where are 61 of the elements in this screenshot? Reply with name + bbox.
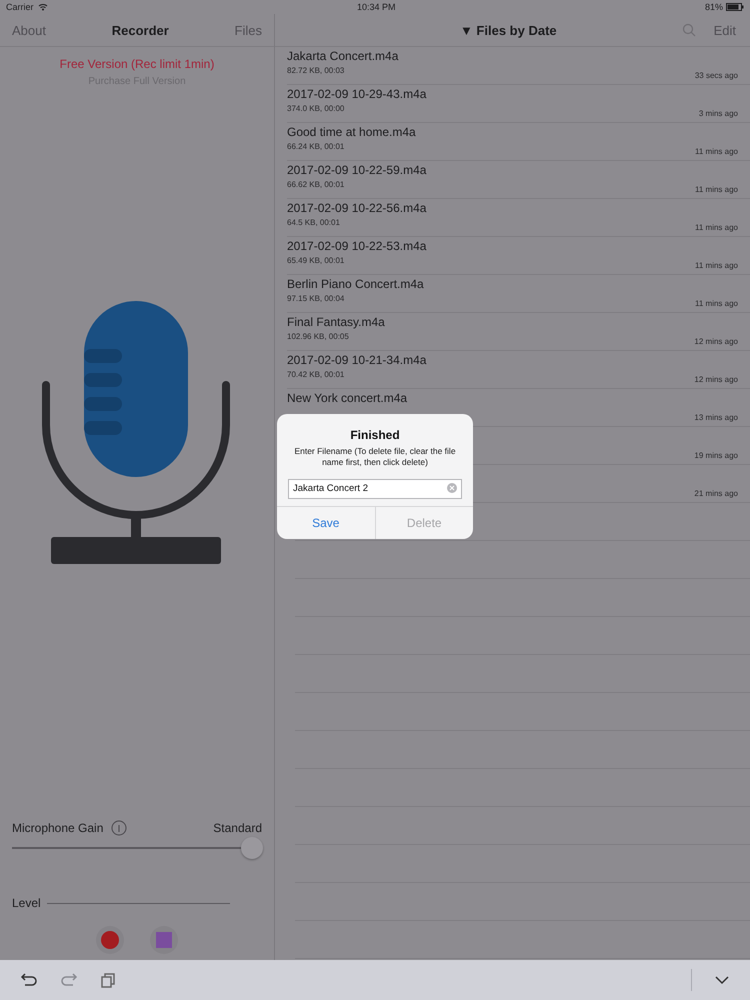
file-name: Final Fantasy.m4a [287, 315, 386, 329]
file-row[interactable]: Jakarta Concert.m4a 82.72 KB, 00:03 33 secs ago [287, 47, 750, 85]
file-time: 12 mins ago [694, 375, 738, 384]
info-icon[interactable] [111, 820, 128, 836]
chevron-down-icon[interactable] [714, 975, 730, 985]
search-icon[interactable] [682, 23, 696, 37]
gain-value: Standard [213, 821, 262, 835]
file-name: 2017-02-09 10-22-59.m4a [287, 163, 428, 177]
file-time: 11 mins ago [695, 261, 738, 270]
file-row[interactable]: 2017-02-09 10-22-59.m4a 66.62 KB, 00:01 11 mins ago [287, 161, 750, 199]
level-label: Level [12, 896, 41, 910]
file-name: 2017-02-09 10-29-43.m4a [287, 87, 428, 101]
file-time: 19 mins ago [694, 451, 738, 460]
file-time: 21 mins ago [694, 489, 738, 498]
file-details: 66.62 KB, 00:01 [287, 180, 346, 189]
file-row[interactable]: 2017-02-09 10-22-53.m4a 65.49 KB, 00:01 11 mins ago [287, 237, 750, 275]
file-row[interactable]: 2017-02-09 10-29-43.m4a 374.0 KB, 00:00 3 mins ago [287, 85, 750, 123]
file-details: 82.72 KB, 00:03 [287, 66, 346, 75]
clock: 10:34 PM [356, 2, 396, 12]
file-time: 11 mins ago [695, 299, 738, 308]
file-name: 2017-02-09 10-22-56.m4a [287, 201, 428, 215]
file-time: 11 mins ago [695, 185, 738, 194]
file-time: 11 mins ago [695, 223, 738, 232]
file-time: 12 mins ago [694, 337, 738, 346]
wifi-icon [38, 3, 48, 11]
file-name: Good time at home.m4a [287, 125, 417, 139]
stop-button[interactable] [150, 926, 178, 954]
redo-icon[interactable] [60, 972, 78, 988]
file-details: 65.49 KB, 00:01 [287, 256, 346, 265]
file-row[interactable]: Good time at home.m4a 66.24 KB, 00:01 11 mins ago [287, 123, 750, 161]
file-time: 13 mins ago [694, 413, 738, 422]
slider-thumb[interactable] [241, 837, 263, 859]
file-row[interactable]: 2017-02-09 10-21-34.m4a 70.42 KB, 00:01 12 mins ago [287, 351, 750, 389]
file-name: New York concert.m4a [287, 391, 408, 405]
microphone-gain-label: Microphone Gain [12, 821, 104, 835]
file-name: 2017-02-09 10-22-53.m4a [287, 239, 428, 253]
file-row[interactable]: 2017-02-09 10-22-56.m4a 64.5 KB, 00:01 11 mins ago [287, 199, 750, 237]
free-version-label: Free Version (Rec limit 1min) [60, 57, 214, 71]
file-time: 33 secs ago [694, 71, 738, 80]
dialog-button[interactable]: Save [277, 507, 374, 540]
file-name: Berlin Piano Concert.m4a [287, 277, 425, 291]
file-details: 97.15 KB, 00:04 [287, 294, 346, 303]
file-time: 11 mins ago [695, 147, 738, 156]
nav-title: Recorder [112, 22, 169, 38]
file-details: 64.5 KB, 00:01 [287, 218, 341, 227]
file-name: Jakarta Concert.m4a [287, 49, 400, 63]
carrier-label: Carrier [6, 2, 34, 12]
copy-icon[interactable] [100, 972, 116, 988]
record-button[interactable] [96, 926, 124, 954]
filename-field[interactable]: Jakarta Concert 2 [288, 478, 462, 499]
dialog-title: Finished [350, 428, 400, 442]
file-time: 3 mins ago [698, 109, 738, 118]
file-details: 66.24 KB, 00:01 [287, 142, 346, 151]
clear-icon[interactable] [447, 483, 457, 494]
file-name: 2017-02-09 10-21-34.m4a [287, 353, 428, 367]
battery-percentage: 81% [704, 2, 723, 12]
undo-icon[interactable] [20, 972, 38, 988]
files-by-date-title[interactable]: ▼ Files by Date [275, 22, 682, 38]
file-row[interactable]: Berlin Piano Concert.m4a 97.15 KB, 00:04 11 mins ago [287, 275, 750, 313]
battery-icon [726, 3, 744, 11]
file-row[interactable]: Final Fantasy.m4a 102.96 KB, 00:05 12 mins ago [287, 313, 750, 351]
